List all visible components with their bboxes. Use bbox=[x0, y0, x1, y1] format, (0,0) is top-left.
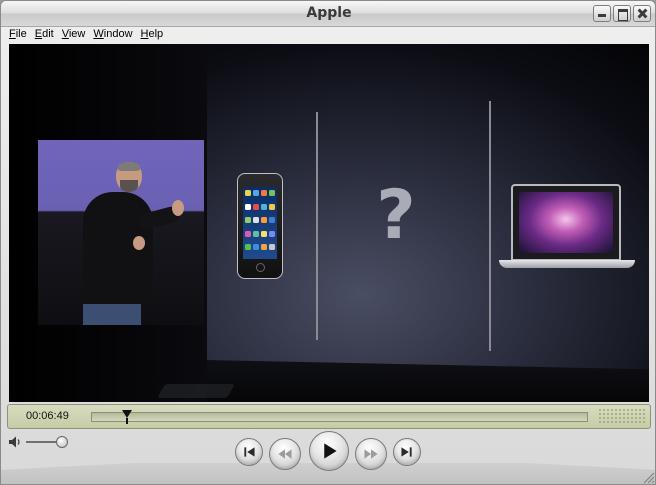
menu-file-label: ile bbox=[15, 28, 27, 40]
macbook-image bbox=[511, 184, 621, 261]
menu-edit[interactable]: Edit bbox=[31, 27, 58, 43]
menu-edit-label: dit bbox=[42, 28, 54, 40]
playhead-handle[interactable] bbox=[121, 410, 132, 424]
window-controls bbox=[593, 5, 651, 22]
play-button[interactable] bbox=[309, 431, 349, 471]
minimize-button[interactable] bbox=[593, 5, 611, 22]
status-grip bbox=[598, 408, 646, 425]
close-icon bbox=[634, 6, 650, 21]
slide-divider-right bbox=[489, 101, 491, 351]
speaker-hand-left bbox=[133, 236, 145, 250]
iphone-image bbox=[237, 173, 283, 279]
menu-view-label: iew bbox=[68, 28, 86, 40]
resize-grip-icon[interactable] bbox=[641, 470, 655, 484]
speaker-legs bbox=[83, 304, 141, 325]
video-frame[interactable]: ? bbox=[9, 44, 649, 402]
transport-controls bbox=[1, 429, 655, 484]
menu-window[interactable]: Window bbox=[89, 27, 136, 43]
title-bar[interactable]: Apple bbox=[1, 1, 655, 27]
speaker-icon[interactable] bbox=[8, 435, 22, 449]
menu-bar: File Edit View Window Help bbox=[1, 27, 655, 43]
menu-help[interactable]: Help bbox=[137, 27, 168, 43]
progress-bar[interactable] bbox=[91, 410, 588, 424]
iphone-home-button bbox=[256, 263, 265, 272]
minimize-icon bbox=[594, 6, 610, 21]
menu-window-label: indow bbox=[103, 28, 133, 40]
player-window: Apple File Edit View Window Help ? 00:06… bbox=[0, 0, 656, 485]
speaker-beard bbox=[120, 180, 138, 192]
menu-view[interactable]: View bbox=[58, 27, 90, 43]
skip-back-icon bbox=[244, 447, 255, 457]
macbook-screen bbox=[519, 192, 613, 253]
menu-window-accel: W bbox=[93, 28, 104, 40]
iphone-screen bbox=[243, 187, 277, 259]
rewind-button[interactable] bbox=[269, 438, 301, 470]
status-bar: 00:06:49 bbox=[7, 404, 651, 429]
macbook-base bbox=[499, 260, 635, 268]
menu-view-accel: V bbox=[61, 28, 69, 40]
slide-divider-left bbox=[316, 112, 318, 340]
next-button[interactable] bbox=[393, 438, 421, 466]
speaker-body bbox=[83, 192, 153, 307]
volume-knob[interactable] bbox=[56, 436, 68, 448]
fast-forward-button[interactable] bbox=[355, 438, 387, 470]
menu-edit-accel: E bbox=[34, 28, 43, 40]
menu-help-label: elp bbox=[148, 28, 164, 40]
play-icon bbox=[324, 443, 337, 459]
floor-reflection bbox=[156, 384, 236, 398]
fast-forward-icon bbox=[364, 449, 378, 459]
skip-forward-icon bbox=[401, 447, 412, 457]
playback-buttons bbox=[229, 430, 429, 476]
close-button[interactable] bbox=[633, 5, 651, 22]
window-title: Apple bbox=[306, 5, 352, 21]
maximize-icon bbox=[614, 6, 630, 21]
speaker-video-inset bbox=[38, 140, 204, 325]
slide-question-mark: ? bbox=[376, 176, 416, 255]
previous-button[interactable] bbox=[235, 438, 263, 466]
menu-file[interactable]: File bbox=[5, 27, 31, 43]
time-readout: 00:06:49 bbox=[26, 410, 69, 422]
menu-file-accel: F bbox=[9, 28, 16, 40]
maximize-button[interactable] bbox=[613, 5, 631, 22]
rewind-icon bbox=[278, 449, 292, 459]
speaker-hand bbox=[172, 200, 184, 216]
